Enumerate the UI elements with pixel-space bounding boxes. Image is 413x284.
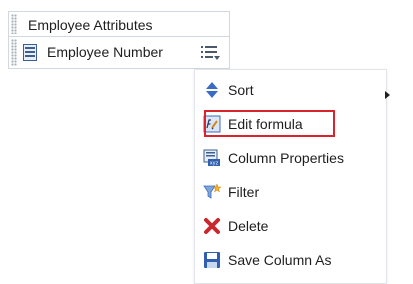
list-menu-icon[interactable] bbox=[199, 42, 223, 64]
filter-icon bbox=[203, 183, 221, 199]
menu-item-save-column-as[interactable]: Save Column As bbox=[199, 245, 379, 275]
menu-item-sort[interactable]: Sort bbox=[199, 75, 390, 105]
submenu-arrow-icon bbox=[385, 91, 390, 99]
save-icon bbox=[204, 252, 220, 268]
attribute-folder-label: Employee Attributes bbox=[28, 17, 153, 33]
sort-icon bbox=[206, 82, 218, 98]
column-icon bbox=[23, 44, 37, 61]
edit-formula-highlight bbox=[204, 110, 335, 137]
menu-item-label: Column Properties bbox=[228, 150, 344, 166]
svg-text:xyz: xyz bbox=[210, 161, 219, 167]
drag-grip-icon[interactable] bbox=[11, 39, 17, 66]
column-context-menu: Sort Edit formula xyz Column Properties … bbox=[194, 69, 390, 284]
drag-grip-icon[interactable] bbox=[11, 14, 17, 34]
menu-item-column-properties[interactable]: xyz Column Properties bbox=[199, 143, 379, 173]
column-properties-icon: xyz bbox=[203, 149, 220, 167]
attribute-folder-header[interactable]: Employee Attributes bbox=[8, 11, 230, 36]
menu-item-delete[interactable]: Delete bbox=[199, 211, 379, 241]
menu-item-filter[interactable]: Filter bbox=[199, 177, 379, 207]
delete-icon bbox=[204, 218, 220, 234]
column-label: Employee Number bbox=[47, 44, 163, 60]
column-employee-number[interactable]: Employee Number bbox=[8, 36, 230, 69]
menu-item-label: Filter bbox=[228, 184, 260, 200]
menu-item-label: Save Column As bbox=[228, 252, 332, 268]
menu-item-label: Delete bbox=[228, 218, 269, 234]
menu-item-label: Sort bbox=[228, 82, 254, 98]
